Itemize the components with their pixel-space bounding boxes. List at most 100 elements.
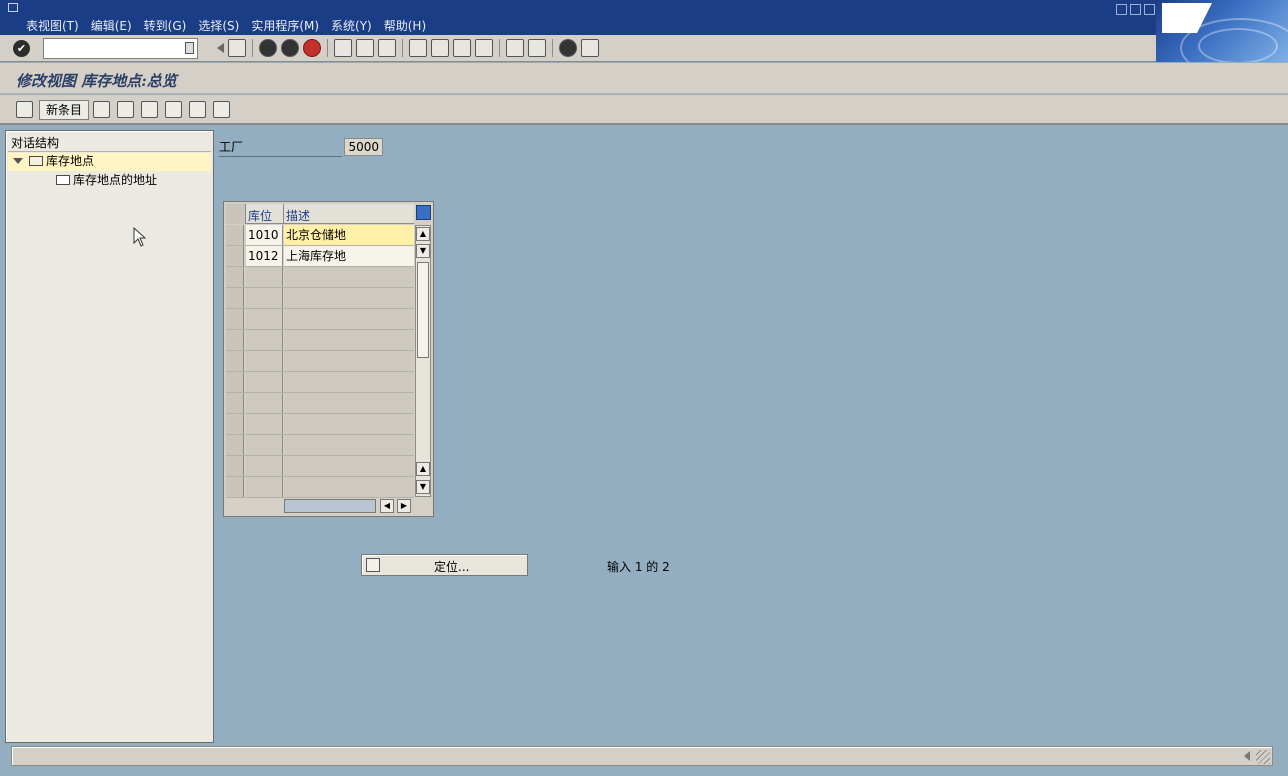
cell-storage-location[interactable] [246,477,283,497]
previous-page-icon[interactable] [431,39,449,57]
layout-menu-icon[interactable] [581,39,599,57]
expand-triangle-icon[interactable] [13,158,23,164]
cell-description[interactable] [284,477,414,497]
table-horizontal-scrollbar[interactable]: ◀ ▶ [284,498,414,514]
cell-description[interactable] [284,372,414,392]
enter-check-icon[interactable]: ✔ [13,40,30,57]
cell-storage-location[interactable] [246,414,283,434]
cell-description[interactable] [284,267,414,287]
cell-storage-location[interactable]: 1010 [246,225,283,245]
menu-utilities[interactable]: 实用程序(M) [251,17,319,34]
cell-storage-location[interactable] [246,330,283,350]
row-selector[interactable] [226,393,244,413]
select-all-icon[interactable] [165,101,182,118]
scroll-right-icon[interactable]: ▶ [397,499,411,513]
plant-label: 工厂 [219,139,342,157]
next-page-icon[interactable] [453,39,471,57]
row-selector[interactable] [226,309,244,329]
cell-description[interactable] [284,435,414,455]
cell-description[interactable] [284,393,414,413]
cell-storage-location[interactable] [246,351,283,371]
cell-description[interactable] [284,414,414,434]
resize-grip-icon[interactable] [1256,750,1270,764]
row-selector[interactable] [226,225,244,245]
column-header-storage-location[interactable]: 库位 [248,207,272,224]
cell-storage-location[interactable] [246,456,283,476]
find-next-icon[interactable] [378,39,396,57]
cell-description[interactable] [284,351,414,371]
table-row [226,351,414,372]
position-button[interactable]: 定位... [361,554,528,576]
cell-storage-location[interactable] [246,267,283,287]
row-selector[interactable] [226,330,244,350]
menu-help[interactable]: 帮助(H) [384,17,426,34]
cell-description[interactable] [284,330,414,350]
menu-system[interactable]: 系统(Y) [331,17,372,34]
cell-storage-location[interactable] [246,372,283,392]
row-selector[interactable] [226,288,244,308]
exit-icon[interactable] [281,39,299,57]
back-icon[interactable] [259,39,277,57]
cell-description[interactable] [284,309,414,329]
table-vertical-scrollbar[interactable]: ▲ ▼ ▲ ▼ [415,225,431,497]
row-selector[interactable] [226,351,244,371]
cell-storage-location[interactable] [246,288,283,308]
first-page-icon[interactable] [409,39,427,57]
scroll-left-icon[interactable]: ◀ [380,499,394,513]
shortcut-icon[interactable] [528,39,546,57]
cell-description[interactable] [284,288,414,308]
tree-node-storage-locations[interactable]: 库存地点 [8,153,211,171]
row-selector[interactable] [226,435,244,455]
cell-storage-location[interactable]: 1012 [246,246,283,266]
help-icon[interactable] [559,39,577,57]
cell-description[interactable] [284,456,414,476]
display-change-icon[interactable] [16,101,33,118]
save-icon[interactable] [228,39,246,57]
cancel-icon[interactable] [303,39,321,57]
scroll-page-up-icon[interactable]: ▲ [416,462,430,476]
row-selector[interactable] [226,246,244,266]
find-icon[interactable] [356,39,374,57]
command-field[interactable] [43,38,198,59]
table-settings-icon[interactable] [416,205,431,220]
copy-icon[interactable] [93,101,110,118]
deselect-all-icon[interactable] [213,101,230,118]
cell-storage-location[interactable] [246,435,283,455]
scroll-down-icon[interactable]: ▼ [416,480,430,494]
cell-description[interactable]: 上海库存地 [284,246,414,266]
new-entries-button[interactable]: 新条目 [39,100,90,120]
new-session-icon[interactable] [506,39,524,57]
close-icon[interactable] [1144,4,1155,15]
menu-goto[interactable]: 转到(G) [144,17,187,34]
print-icon[interactable] [334,39,352,57]
status-bar-toggle-icon[interactable] [1239,751,1250,761]
select-all-rows-button[interactable] [226,204,246,224]
dropdown-icon[interactable] [185,42,194,54]
system-menu-icon[interactable] [8,3,18,12]
scroll-up-icon[interactable]: ▲ [416,227,430,241]
cell-storage-location[interactable] [246,309,283,329]
row-selector[interactable] [226,267,244,287]
horizontal-scroll-track[interactable] [284,499,376,513]
menu-selection[interactable]: 选择(S) [198,17,239,34]
scroll-page-down-icon[interactable]: ▼ [416,244,430,258]
cell-description[interactable]: 北京仓储地 [284,225,414,245]
row-selector[interactable] [226,414,244,434]
last-page-icon[interactable] [475,39,493,57]
scroll-thumb[interactable] [417,262,429,358]
tree-node-storage-location-address[interactable]: 库存地点的地址 [53,172,157,190]
undo-change-icon[interactable] [141,101,158,118]
row-selector[interactable] [226,456,244,476]
table-header: 库位 描述 [226,204,414,224]
column-header-description[interactable]: 描述 [286,207,310,224]
menu-edit[interactable]: 编辑(E) [91,17,132,34]
menu-table-view[interactable]: 表视图(T) [26,17,79,34]
select-block-icon[interactable] [189,101,206,118]
restore-icon[interactable] [1130,4,1141,15]
history-back-icon[interactable] [212,43,224,53]
delete-icon[interactable] [117,101,134,118]
cell-storage-location[interactable] [246,393,283,413]
row-selector[interactable] [226,372,244,392]
row-selector[interactable] [226,477,244,497]
minimize-icon[interactable] [1116,4,1127,15]
